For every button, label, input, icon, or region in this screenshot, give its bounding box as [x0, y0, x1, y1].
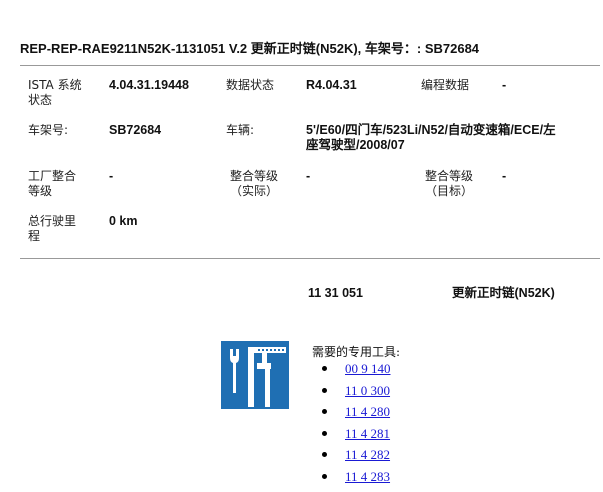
tool-link-2[interactable]: 11 4 280: [345, 404, 390, 419]
integration-actual-label-line1: 整合等级: [229, 169, 278, 183]
mileage-value: 0 km: [109, 214, 138, 228]
programming-data-value: -: [502, 78, 507, 92]
bullet-icon: [322, 366, 327, 371]
list-item: 11 0 300: [320, 383, 391, 405]
tool-link-4[interactable]: 11 4 282: [345, 447, 390, 462]
special-tools-list: 00 9 140 11 0 300 11 4 280 11 4 281 11 4…: [320, 361, 391, 490]
header-divider: [20, 65, 600, 66]
special-tools-icon: [221, 341, 289, 409]
mileage-label-line1: 总行驶里: [28, 214, 77, 228]
factory-integration-label-line1: 工厂整合: [28, 169, 77, 183]
bullet-icon: [322, 387, 327, 393]
vin-value: SB72684: [109, 123, 162, 137]
tool-link-1[interactable]: 11 0 300: [345, 383, 390, 398]
list-item: 11 4 283: [320, 469, 391, 491]
integration-actual-label-line2: （实际）: [229, 184, 278, 198]
bullet-icon: [322, 409, 327, 414]
bullet-icon: [322, 473, 327, 479]
integration-actual-value: -: [306, 169, 311, 183]
tool-link-0[interactable]: 00 9 140: [345, 361, 391, 376]
vin-label: 车架号:: [28, 123, 69, 137]
vehicle-value: 5'/E60/四门车/523Li/N52/自动变速箱/ECE/左 座驾驶型/20…: [306, 123, 598, 153]
ista-status-value: 4.04.31.19448: [109, 78, 189, 92]
list-item: 11 4 281: [320, 426, 391, 448]
integration-target-label-line1: 整合等级: [424, 169, 473, 183]
special-tools-heading: 需要的专用工具:: [312, 345, 401, 359]
operation-number: 11 31 051: [308, 286, 363, 300]
operation-name: 更新正时链(N52K): [452, 286, 555, 300]
bullet-icon: [322, 452, 327, 457]
ista-status-label: ISTA 系统 状态: [28, 78, 82, 108]
list-item: 00 9 140: [320, 361, 391, 383]
integration-actual-label: 整合等级 （实际）: [222, 169, 286, 199]
vehicle-value-line2: 座驾驶型/2008/07: [306, 138, 405, 152]
integration-target-label: 整合等级 （目标）: [417, 169, 481, 199]
info-divider: [20, 258, 600, 259]
mileage-label-line2: 程: [28, 229, 41, 243]
vehicle-label: 车辆:: [226, 123, 255, 137]
integration-target-label-line2: （目标）: [424, 184, 473, 198]
tool-link-3[interactable]: 11 4 281: [345, 426, 390, 441]
list-item: 11 4 282: [320, 447, 391, 469]
factory-integration-label: 工厂整合 等级: [28, 169, 76, 199]
tool-link-5[interactable]: 11 4 283: [345, 469, 390, 484]
integration-target-value: -: [502, 169, 507, 183]
data-status-label: 数据状态: [226, 78, 275, 92]
factory-integration-label-line2: 等级: [28, 184, 53, 198]
programming-data-label: 编程数据: [421, 78, 470, 92]
ista-status-label-line2: 状态: [28, 93, 53, 107]
mileage-label: 总行驶里 程: [28, 214, 76, 244]
vehicle-value-line1: 5'/E60/四门车/523Li/N52/自动变速箱/ECE/左: [306, 123, 556, 137]
list-item: 11 4 280: [320, 404, 391, 426]
ista-status-label-line1: ISTA 系统: [28, 78, 82, 92]
bullet-icon: [322, 430, 327, 436]
document-title: REP-REP-RAE9211N52K-1131051 V.2 更新正时链(N5…: [20, 41, 480, 56]
factory-integration-value: -: [109, 169, 114, 183]
data-status-value: R4.04.31: [306, 78, 357, 92]
